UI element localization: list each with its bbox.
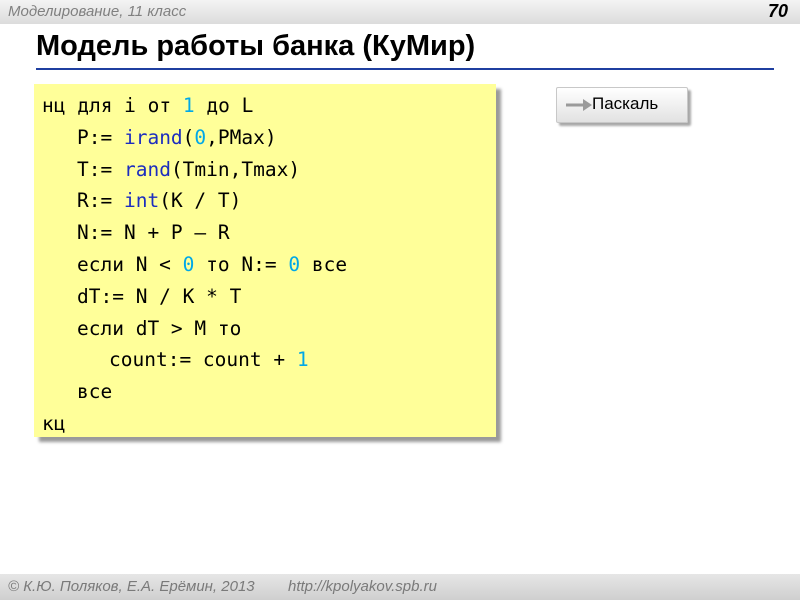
number-literal: 0 [288, 252, 301, 276]
arrow-right-icon [566, 99, 592, 111]
code-line-2: P:= irand(0,PMax) [77, 125, 277, 149]
code-listing: нц для i от 1 до L P:= irand(0,PMax) T:=… [42, 90, 347, 440]
copyright-text: © К.Ю. Поляков, Е.А. Ерёмин, 2013 [8, 578, 255, 595]
header-band: Моделирование, 11 класс 70 [0, 0, 800, 24]
site-url[interactable]: http://kpolyakov.spb.ru [288, 578, 437, 595]
code-block: нц для i от 1 до L P:= irand(0,PMax) T:=… [34, 84, 496, 437]
number-literal: 0 [182, 252, 195, 276]
course-name: Моделирование, 11 класс [8, 3, 187, 20]
code-line-3: T:= rand(Tmin,Tmax) [77, 157, 301, 181]
number-literal: 0 [194, 125, 207, 149]
number-literal: 1 [182, 94, 195, 117]
code-line-4: R:= int(K / T) [77, 189, 242, 213]
code-line-7: dT:= N / K * T [77, 284, 242, 308]
pascal-link-button[interactable]: Паскаль [556, 87, 688, 123]
number-literal: 1 [296, 348, 309, 372]
function-name: rand [123, 157, 171, 181]
function-name: irand [123, 125, 183, 149]
slide-title: Модель работы банка (КуМир) [36, 30, 476, 62]
page-number: 70 [767, 1, 788, 21]
pascal-link-label: Паскаль [592, 94, 659, 113]
code-line-5: N:= N + P – R [77, 221, 230, 245]
code-line-1: нц для i от 1 до L [42, 94, 254, 117]
code-line-9: count:= count + 1 [109, 348, 309, 372]
footer-band: © К.Ю. Поляков, Е.А. Ерёмин, 2013 http:/… [0, 574, 800, 600]
code-line-8: если dT > M то [77, 316, 242, 340]
title-underline [36, 68, 774, 70]
code-line-11: кц [42, 411, 66, 435]
function-name: int [123, 189, 160, 213]
code-line-6: если N < 0 то N:= 0 все [77, 252, 348, 276]
code-line-10: все [77, 380, 113, 404]
